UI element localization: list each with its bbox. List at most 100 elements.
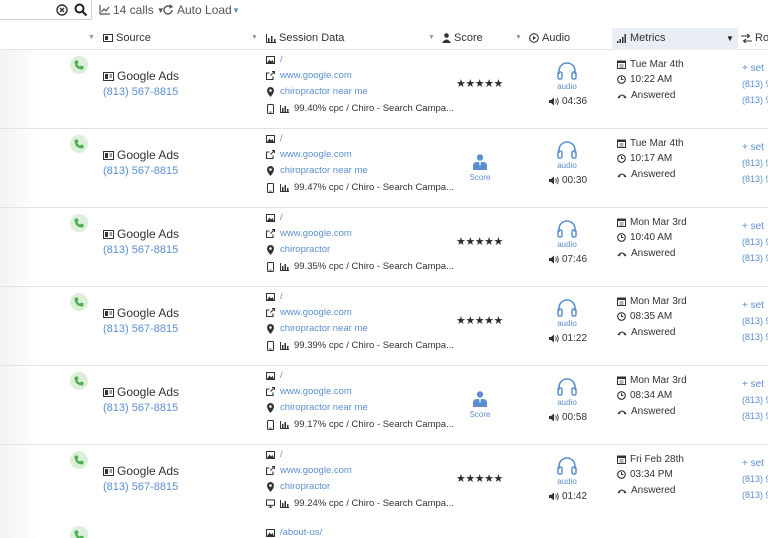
table-row[interactable]: Google Ads (813) 567-8815 / www.google.c… (0, 287, 768, 366)
route-set-button[interactable]: + set (742, 379, 764, 390)
calls-count-dropdown[interactable]: 14 calls ▼ (99, 3, 165, 17)
session-referrer[interactable]: www.google.com (266, 465, 352, 476)
auto-load-toggle[interactable]: Auto Load (162, 3, 232, 17)
audio-link[interactable]: audio (548, 477, 586, 486)
route-set-button[interactable]: + set (742, 458, 764, 469)
route-phone[interactable]: (813) 9 (742, 79, 768, 89)
table-row[interactable]: Google Ads (813) 567-8815 / www.google.c… (0, 445, 768, 524)
audio-link[interactable]: audio (548, 240, 586, 249)
sort-caret-icon[interactable]: ▼ (515, 34, 522, 41)
source-name: Google Ads (103, 385, 179, 399)
audio-link[interactable]: audio (548, 398, 586, 407)
route-phone[interactable]: (813) 9 (742, 237, 768, 247)
answered-phone-icon (617, 489, 627, 493)
headphones-icon[interactable] (557, 378, 577, 396)
search-input[interactable] (0, 0, 92, 20)
image-icon (266, 371, 275, 380)
route-phone[interactable]: (813) 9 (742, 474, 768, 484)
session-referrer[interactable]: www.google.com (266, 149, 352, 160)
table-row[interactable]: Google Ads (813) 567-8815 / www.google.c… (0, 50, 768, 129)
session-landing-page[interactable]: /about-us/ (266, 527, 322, 538)
sort-caret-icon[interactable]: ▼ (251, 34, 258, 41)
volume-icon (549, 334, 559, 343)
audio-link[interactable]: audio (548, 82, 586, 91)
source-phone[interactable]: (813) 567-8815 (103, 481, 178, 493)
inbound-call-badge (70, 214, 88, 232)
session-referrer[interactable]: www.google.com (266, 228, 352, 239)
route-phone[interactable]: (813) 9 (742, 158, 768, 168)
session-keyword[interactable]: chiropractor near me (266, 323, 368, 334)
table-row[interactable]: Google Ads (813) 567-8815 / www.google.c… (0, 208, 768, 287)
clear-search-icon[interactable] (56, 4, 68, 16)
audio-link[interactable]: audio (548, 319, 586, 328)
session-landing-page[interactable]: / (266, 133, 283, 144)
score-stars[interactable]: ★★★★★ (456, 235, 503, 248)
source-phone[interactable]: (813) 567-8815 (103, 323, 178, 335)
audio-link[interactable]: audio (548, 161, 586, 170)
session-landing-page[interactable]: / (266, 212, 283, 223)
column-metrics[interactable]: Metrics (617, 32, 665, 44)
score-label[interactable]: Score (462, 173, 498, 182)
column-audio[interactable]: Audio (529, 32, 570, 44)
call-date: Tue Mar 4th (617, 59, 684, 70)
route-phone[interactable]: (813) 9 (742, 174, 768, 184)
source-name: Google Ads (103, 69, 179, 83)
headphones-icon[interactable] (557, 457, 577, 475)
score-label[interactable]: Score (462, 410, 498, 419)
session-keyword[interactable]: chiropractor (266, 481, 330, 492)
route-phone[interactable]: (813) 9 (742, 411, 768, 421)
source-name: Google Ads (103, 227, 179, 241)
session-keyword[interactable]: chiropractor near me (266, 86, 368, 97)
session-landing-page[interactable]: / (266, 449, 283, 460)
sort-caret-icon[interactable]: ▼ (88, 34, 95, 41)
source-phone[interactable]: (813) 567-8815 (103, 402, 178, 414)
route-phone[interactable]: (813) 9 (742, 316, 768, 326)
session-landing-page[interactable]: / (266, 291, 283, 302)
route-set-button[interactable]: + set (742, 300, 764, 311)
column-score[interactable]: Score (442, 32, 483, 44)
session-referrer[interactable]: www.google.com (266, 70, 352, 81)
route-set-button[interactable]: + set (742, 142, 764, 153)
route-phone[interactable]: (813) 9 (742, 395, 768, 405)
route-phone[interactable]: (813) 9 (742, 332, 768, 342)
session-campaign: 99.39% cpc / Chiro - Search Campa... (266, 340, 454, 351)
source-phone[interactable]: (813) 567-8815 (103, 86, 178, 98)
session-keyword[interactable]: chiropractor (266, 244, 330, 255)
table-row[interactable]: Google Ads (813) 567-8815 / www.google.c… (0, 129, 768, 208)
search-icon[interactable] (74, 3, 88, 17)
column-session-data[interactable]: Session Data (266, 32, 344, 44)
headphones-icon[interactable] (557, 299, 577, 317)
headphones-icon[interactable] (557, 141, 577, 159)
column-source[interactable]: Source (103, 32, 151, 44)
score-button[interactable] (469, 391, 491, 410)
metrics-sort-caret-icon[interactable]: ▼ (726, 34, 734, 43)
route-phone[interactable]: (813) 9 (742, 253, 768, 263)
score-button[interactable] (469, 154, 491, 173)
route-phone[interactable]: (813) 9 (742, 490, 768, 500)
route-phone[interactable]: (813) 9 (742, 95, 768, 105)
session-landing-page[interactable]: / (266, 54, 283, 65)
table-row[interactable]: Google Ads (813) 567-8815 / www.google.c… (0, 366, 768, 445)
auto-load-caret-icon[interactable]: ▼ (232, 6, 240, 15)
session-referrer[interactable]: www.google.com (266, 386, 352, 397)
score-stars[interactable]: ★★★★★ (456, 472, 503, 485)
session-keyword[interactable]: chiropractor near me (266, 165, 368, 176)
answered-phone-icon (617, 173, 627, 177)
source-phone[interactable]: (813) 567-8815 (103, 165, 178, 177)
session-referrer[interactable]: www.google.com (266, 307, 352, 318)
call-time: 03:34 PM (617, 469, 673, 480)
column-route[interactable]: Rou (741, 32, 768, 44)
source-phone[interactable]: (813) 567-8815 (103, 244, 178, 256)
route-set-button[interactable]: + set (742, 63, 764, 74)
session-landing-page[interactable]: / (266, 370, 283, 381)
score-stars[interactable]: ★★★★★ (456, 314, 503, 327)
bar-chart-icon (280, 262, 289, 271)
headphones-icon[interactable] (557, 220, 577, 238)
headphones-icon[interactable] (557, 62, 577, 80)
table-row[interactable]: /about-us/ (0, 518, 768, 538)
route-set-button[interactable]: + set (742, 221, 764, 232)
plus-icon: + (742, 458, 748, 469)
score-stars[interactable]: ★★★★★ (456, 77, 503, 90)
session-keyword[interactable]: chiropractor near me (266, 402, 368, 413)
sort-caret-icon[interactable]: ▼ (428, 34, 435, 41)
